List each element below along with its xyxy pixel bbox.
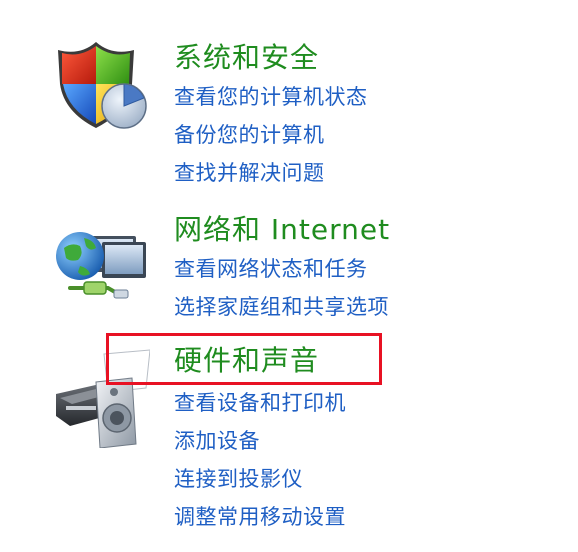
category-links-network-internet: 查看网络状态和任务 选择家庭组和共享选项 — [174, 250, 389, 326]
category-links-hardware-sound: 查看设备和打印机 添加设备 连接到投影仪 调整常用移动设置 — [174, 384, 346, 536]
network-globe-icon[interactable] — [50, 218, 150, 318]
link-find-fix-problems[interactable]: 查找并解决问题 — [174, 154, 368, 192]
category-title-network-internet[interactable]: 网络和 Internet — [174, 212, 390, 248]
category-links-system-security: 查看您的计算机状态 备份您的计算机 查找并解决问题 — [174, 78, 368, 192]
link-view-network-status[interactable]: 查看网络状态和任务 — [174, 250, 389, 288]
category-title-hardware-sound[interactable]: 硬件和声音 — [174, 343, 319, 379]
link-homegroup-sharing[interactable]: 选择家庭组和共享选项 — [174, 288, 389, 326]
link-backup-computer[interactable]: 备份您的计算机 — [174, 116, 368, 154]
category-title-system-security[interactable]: 系统和安全 — [174, 40, 319, 76]
printer-speaker-icon[interactable] — [50, 348, 151, 449]
link-connect-projector[interactable]: 连接到投影仪 — [174, 460, 346, 498]
link-adjust-mobility-settings[interactable]: 调整常用移动设置 — [174, 498, 346, 536]
link-view-devices-printers[interactable]: 查看设备和打印机 — [174, 384, 346, 422]
control-panel-category-view: 系统和安全 查看您的计算机状态 备份您的计算机 查找并解决问题 网络和 Inte… — [0, 0, 578, 552]
link-view-computer-status[interactable]: 查看您的计算机状态 — [174, 78, 368, 116]
link-add-device[interactable]: 添加设备 — [174, 422, 346, 460]
security-shield-icon[interactable] — [50, 38, 150, 138]
